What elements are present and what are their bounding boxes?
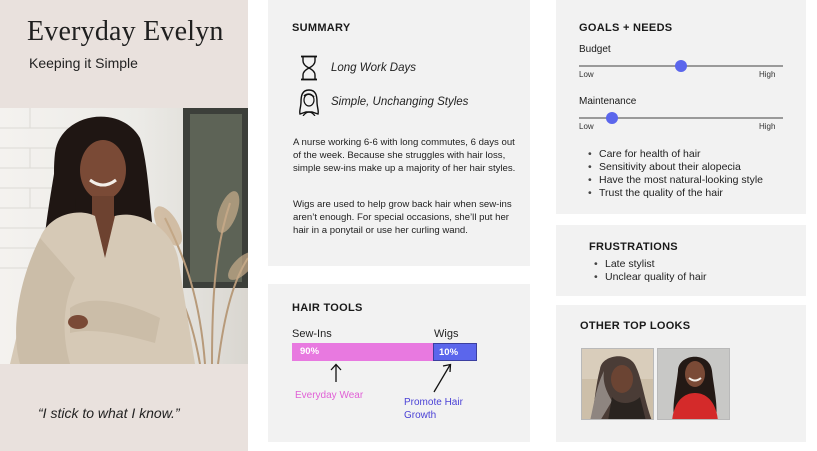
frustrations-title: FRUSTRATIONS (589, 241, 678, 253)
summary-item-label: Simple, Unchanging Styles (331, 96, 469, 108)
look-photo (657, 348, 730, 420)
sew-ins-note: Everyday Wear (295, 390, 364, 401)
hair-tools-card: HAIR TOOLS Sew-Ins Wigs 90% 10% Everyday… (268, 284, 530, 442)
needs-list: Care for health of hair Sensitivity abou… (588, 148, 763, 200)
list-item: Trust the quality of the hair (588, 187, 763, 200)
summary-paragraph: A nurse working 6-6 with long commutes, … (293, 137, 516, 174)
list-item: Late stylist (594, 258, 707, 271)
summary-item-work-days: Long Work Days (298, 54, 416, 82)
budget-slider-thumb[interactable] (675, 60, 687, 72)
woman-long-hair-icon (298, 88, 320, 116)
maintenance-high-label: High (759, 122, 776, 131)
hourglass-icon (298, 54, 320, 82)
budget-low-label: Low (579, 70, 594, 79)
summary-title: SUMMARY (292, 22, 351, 34)
budget-slider[interactable] (579, 60, 783, 72)
budget-label: Budget (579, 44, 611, 55)
summary-item-styles: Simple, Unchanging Styles (298, 88, 468, 116)
maintenance-low-label: Low (579, 122, 594, 131)
wigs-bar: 10% (433, 343, 477, 361)
persona-name: Everyday Evelyn (27, 16, 224, 47)
maintenance-slider[interactable] (579, 112, 783, 124)
list-item: Care for health of hair (588, 148, 763, 161)
hair-tools-title: HAIR TOOLS (292, 302, 363, 314)
maintenance-slider-thumb[interactable] (605, 112, 618, 124)
list-item: Sensitivity about their alopecia (588, 161, 763, 174)
goals-title: GOALS + NEEDS (579, 22, 673, 34)
persona-panel: Everyday Evelyn Keeping it Simple “I sti… (0, 0, 248, 451)
sew-ins-label: Sew-Ins (292, 328, 332, 340)
maintenance-label: Maintenance (579, 96, 637, 107)
persona-photo (0, 108, 248, 364)
sew-ins-bar: 90% (292, 343, 433, 361)
arrow-up-icon (329, 363, 343, 388)
wigs-note: Promote Hair Growth (404, 397, 463, 421)
goals-card: GOALS + NEEDS Budget Low High Maintenanc… (556, 0, 806, 214)
summary-paragraph: Wigs are used to help grow back hair whe… (293, 199, 512, 236)
persona-tagline: Keeping it Simple (29, 55, 138, 71)
summary-item-label: Long Work Days (331, 62, 417, 74)
persona-quote: “I stick to what I know.” (38, 405, 180, 421)
arrow-up-right-icon (431, 362, 453, 399)
other-looks-card: OTHER TOP LOOKS (556, 305, 806, 442)
budget-high-label: High (759, 70, 776, 79)
wigs-label: Wigs (434, 328, 459, 340)
frustrations-list: Late stylist Unclear quality of hair (594, 258, 707, 284)
look-photo (581, 348, 654, 420)
frustrations-card: FRUSTRATIONS Late stylist Unclear qualit… (556, 225, 806, 296)
list-item: Unclear quality of hair (594, 271, 707, 284)
summary-card: SUMMARY Long Work Days Simple, Unchangin… (268, 0, 530, 266)
list-item: Have the most natural-looking style (588, 174, 763, 187)
other-looks-title: OTHER TOP LOOKS (580, 320, 691, 332)
